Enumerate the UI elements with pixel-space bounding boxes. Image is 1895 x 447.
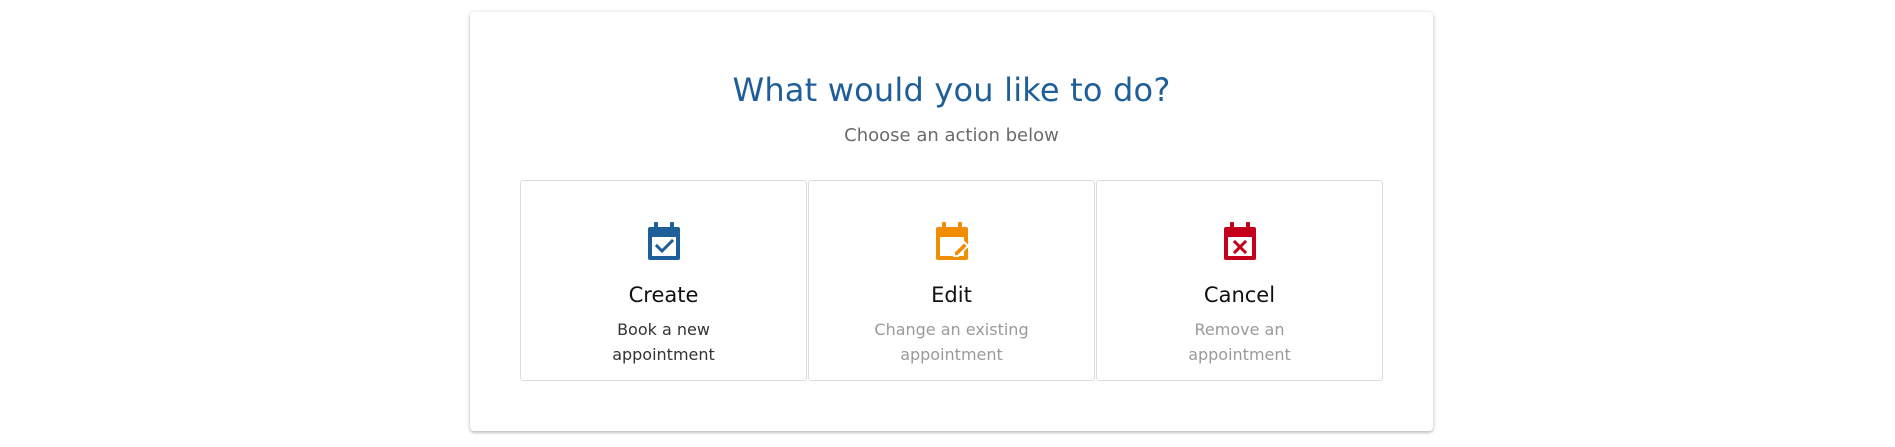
calendar-remove-icon (1223, 222, 1256, 260)
edit-option[interactable]: Edit Change an existing appointment (808, 180, 1095, 381)
cancel-option[interactable]: Cancel Remove an appointment (1096, 180, 1383, 381)
action-options: Create Book a new appointment Edit Chang… (520, 180, 1383, 383)
cancel-title: Cancel (1203, 283, 1276, 307)
page: What would you like to do? Choose an act… (0, 0, 1895, 447)
calendar-check-icon (647, 222, 680, 260)
edit-description: Change an existing appointment (874, 320, 1029, 364)
create-description: Book a new appointment (612, 320, 715, 364)
calendar-edit-icon (935, 222, 969, 260)
create-option[interactable]: Create Book a new appointment (520, 180, 807, 381)
create-title: Create (628, 283, 699, 307)
panel-title: What would you like to do? (732, 71, 1171, 109)
edit-title: Edit (931, 283, 972, 307)
action-panel: What would you like to do? Choose an act… (470, 12, 1433, 431)
cancel-description: Remove an appointment (1188, 320, 1291, 364)
panel-subtitle: Choose an action below (844, 125, 1059, 146)
